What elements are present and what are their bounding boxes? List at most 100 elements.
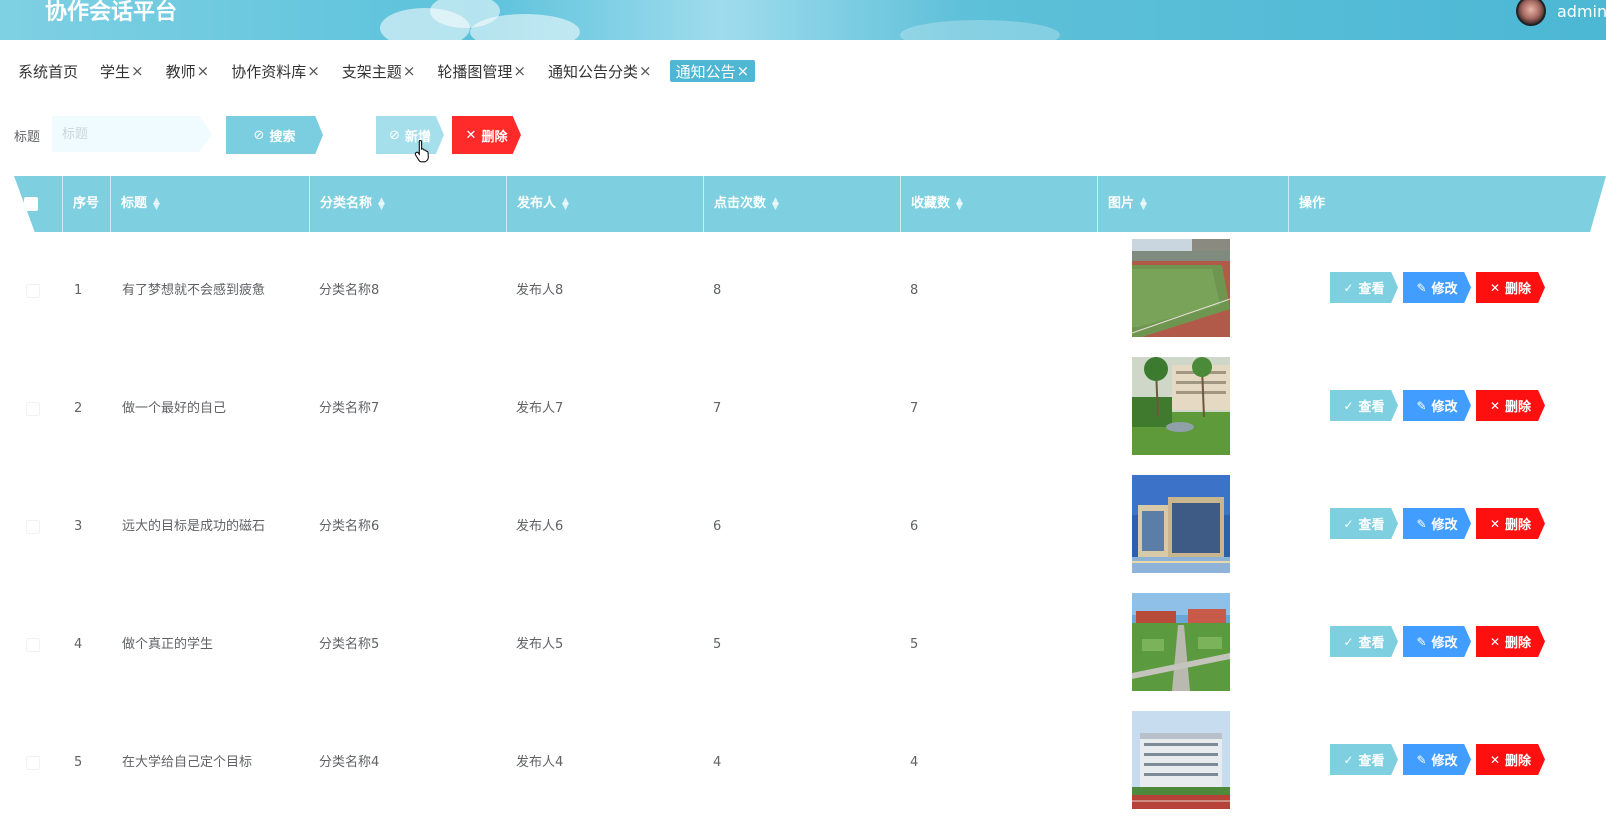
edit-button[interactable]: ✎ 修改 bbox=[1403, 744, 1471, 775]
row-checkbox[interactable] bbox=[26, 638, 40, 652]
view-button-label: 查看 bbox=[1358, 636, 1385, 651]
column-header-image[interactable]: 图片 ▲ ▼ bbox=[1097, 176, 1288, 232]
delete-button-label: 删除 bbox=[1505, 400, 1532, 415]
view-button[interactable]: ✓ 查看 bbox=[1330, 272, 1398, 303]
user-avatar[interactable] bbox=[1516, 0, 1546, 26]
close-icon: ✕ bbox=[1489, 634, 1501, 649]
delete-button-label: 删除 bbox=[1505, 636, 1532, 651]
tab-scaffold-topics[interactable]: 支架主题 × bbox=[338, 60, 420, 82]
table-row: 5 在大学给自己定个目标 分类名称4 发布人4 4 4 ✓ 查看 ✎ 修改 ✕ 删除 bbox=[14, 704, 1606, 822]
user-name[interactable]: admin bbox=[1557, 0, 1606, 24]
check-icon: ✓ bbox=[1343, 398, 1354, 413]
check-icon: ✓ bbox=[1343, 516, 1354, 531]
row-image-campus-aerial[interactable] bbox=[1132, 593, 1230, 691]
row-category: 分类名称5 bbox=[319, 637, 380, 652]
close-icon[interactable]: × bbox=[131, 62, 144, 80]
table-header: 序号 标题 ▲ ▼ 分类名称 ▲ ▼ 发布人 ▲ ▼ 点击次数 ▲ ▼ 收藏数 ▲ ▼ 图片 ▲ ▼ 操… bbox=[14, 176, 1606, 232]
column-header-category[interactable]: 分类名称 ▲ ▼ bbox=[309, 176, 506, 232]
row-publisher: 发布人4 bbox=[516, 755, 564, 770]
row-title: 在大学给自己定个目标 bbox=[122, 755, 253, 770]
tab-notice-category[interactable]: 通知公告分类 × bbox=[544, 60, 656, 82]
check-icon: ✓ bbox=[1343, 280, 1354, 295]
delete-selected-button[interactable]: ✕ 删除 bbox=[452, 116, 521, 154]
close-icon[interactable]: × bbox=[737, 62, 750, 80]
row-index: 3 bbox=[74, 519, 83, 534]
add-button[interactable]: ⊘ 新增 bbox=[376, 116, 444, 154]
tab-home[interactable]: 系统首页 bbox=[14, 60, 82, 82]
search-button[interactable]: ⊘ 搜索 bbox=[226, 116, 323, 154]
edit-button[interactable]: ✎ 修改 bbox=[1403, 508, 1471, 539]
row-title: 做个真正的学生 bbox=[122, 637, 214, 652]
row-image-palm-garden[interactable] bbox=[1132, 357, 1230, 455]
tab-resource-library[interactable]: 协作资料库 × bbox=[227, 60, 324, 82]
row-favorites: 4 bbox=[910, 755, 919, 770]
delete-button[interactable]: ✕ 删除 bbox=[1476, 626, 1545, 657]
delete-button-label: 删除 bbox=[1505, 754, 1532, 769]
sort-icon[interactable]: ▲ ▼ bbox=[562, 196, 569, 211]
column-header-title[interactable]: 标题 ▲ ▼ bbox=[110, 176, 309, 232]
row-image-teaching-building[interactable] bbox=[1132, 711, 1230, 809]
close-icon: ✕ bbox=[465, 127, 477, 143]
row-checkbox[interactable] bbox=[26, 520, 40, 534]
close-icon[interactable]: × bbox=[403, 62, 416, 80]
row-image-blue-building[interactable] bbox=[1132, 475, 1230, 573]
row-favorites: 5 bbox=[910, 637, 919, 652]
row-title: 远大的目标是成功的磁石 bbox=[122, 519, 266, 534]
table-row: 1 有了梦想就不会感到疲惫 分类名称8 发布人8 8 8 ✓ 查看 ✎ 修改 ✕ 删除 bbox=[14, 232, 1606, 350]
row-image-stadium[interactable] bbox=[1132, 239, 1230, 337]
column-header-label: 序号 bbox=[73, 196, 100, 211]
view-button[interactable]: ✓ 查看 bbox=[1330, 744, 1398, 775]
search-title-input[interactable] bbox=[52, 116, 212, 152]
edit-button[interactable]: ✎ 修改 bbox=[1403, 272, 1471, 303]
column-header-publisher[interactable]: 发布人 ▲ ▼ bbox=[506, 176, 703, 232]
pencil-icon: ✎ bbox=[1416, 516, 1427, 531]
view-button[interactable]: ✓ 查看 bbox=[1330, 626, 1398, 657]
view-button[interactable]: ✓ 查看 bbox=[1330, 508, 1398, 539]
close-icon[interactable]: × bbox=[197, 62, 210, 80]
sort-icon[interactable]: ▲ ▼ bbox=[153, 196, 160, 211]
sort-icon[interactable]: ▲ ▼ bbox=[772, 196, 779, 211]
row-index: 2 bbox=[74, 401, 83, 416]
close-icon[interactable]: × bbox=[639, 62, 652, 80]
delete-button[interactable]: ✕ 删除 bbox=[1476, 272, 1545, 303]
row-index: 1 bbox=[74, 283, 83, 298]
select-all-checkbox[interactable] bbox=[24, 197, 38, 211]
tab-teachers[interactable]: 教师 × bbox=[162, 60, 214, 82]
row-favorites: 8 bbox=[910, 283, 919, 298]
tab-carousel[interactable]: 轮播图管理 × bbox=[433, 60, 530, 82]
delete-button[interactable]: ✕ 删除 bbox=[1476, 744, 1545, 775]
row-clicks: 8 bbox=[713, 283, 722, 298]
hand-cursor-icon bbox=[414, 139, 429, 163]
tab-label: 通知公告分类 bbox=[547, 62, 638, 81]
close-icon[interactable]: × bbox=[513, 62, 526, 80]
row-publisher: 发布人7 bbox=[516, 401, 564, 416]
pencil-icon: ✎ bbox=[1416, 634, 1427, 649]
table-row: 2 做一个最好的自己 分类名称7 发布人7 7 7 ✓ 查看 ✎ 修改 ✕ 删除 bbox=[14, 350, 1606, 468]
delete-button[interactable]: ✕ 删除 bbox=[1476, 508, 1545, 539]
row-clicks: 6 bbox=[713, 519, 722, 534]
view-button-label: 查看 bbox=[1358, 754, 1385, 769]
column-header-clicks[interactable]: 点击次数 ▲ ▼ bbox=[703, 176, 900, 232]
sort-icon[interactable]: ▲ ▼ bbox=[956, 196, 963, 211]
tab-notice[interactable]: 通知公告 × bbox=[669, 60, 756, 82]
delete-button[interactable]: ✕ 删除 bbox=[1476, 390, 1545, 421]
row-checkbox[interactable] bbox=[26, 402, 40, 416]
row-checkbox[interactable] bbox=[26, 284, 40, 298]
row-favorites: 7 bbox=[910, 401, 919, 416]
row-category: 分类名称6 bbox=[319, 519, 380, 534]
tab-students[interactable]: 学生 × bbox=[96, 60, 148, 82]
column-header-label: 标题 bbox=[121, 196, 148, 211]
edit-button[interactable]: ✎ 修改 bbox=[1403, 626, 1471, 657]
sort-icon[interactable]: ▲ ▼ bbox=[378, 196, 385, 211]
row-checkbox[interactable] bbox=[26, 756, 40, 770]
table-row: 4 做个真正的学生 分类名称5 发布人5 5 5 ✓ 查看 ✎ 修改 ✕ 删除 bbox=[14, 586, 1606, 704]
close-icon[interactable]: × bbox=[307, 62, 320, 80]
edit-button[interactable]: ✎ 修改 bbox=[1403, 390, 1471, 421]
sort-icon[interactable]: ▲ ▼ bbox=[1140, 196, 1147, 211]
column-header-label: 分类名称 bbox=[320, 196, 373, 211]
column-header-actions: 操作 bbox=[1288, 176, 1606, 232]
edit-button-label: 修改 bbox=[1431, 518, 1458, 533]
close-icon: ✕ bbox=[1489, 752, 1501, 767]
view-button[interactable]: ✓ 查看 bbox=[1330, 390, 1398, 421]
column-header-favorites[interactable]: 收藏数 ▲ ▼ bbox=[900, 176, 1097, 232]
